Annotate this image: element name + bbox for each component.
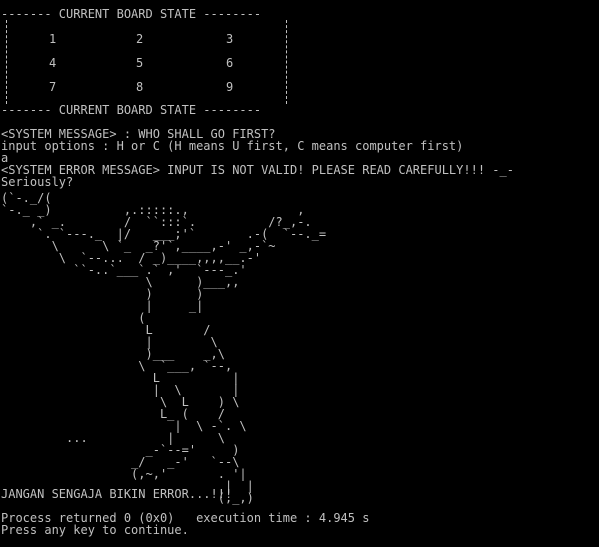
ascii-art: (`-._/( `-._ _) ,.:::::., , ,` _. / ``::…	[1, 191, 327, 505]
board-header: ------- CURRENT BOARD STATE --------	[1, 7, 262, 21]
board-cell: 2	[136, 32, 144, 46]
board-cell: 6	[226, 56, 234, 70]
board-cell: 3	[226, 32, 234, 46]
console-window[interactable]: ------- CURRENT BOARD STATE -------- 1 2…	[0, 0, 599, 547]
board-right-border	[286, 20, 287, 104]
board-footer: ------- CURRENT BOARD STATE --------	[1, 103, 262, 117]
input-options: input options : H or C (H means U first,…	[1, 139, 464, 153]
error-message: <SYSTEM ERROR MESSAGE> INPUT IS NOT VALI…	[1, 163, 514, 177]
board-cell: 5	[136, 56, 144, 70]
board-cell: 8	[136, 80, 144, 94]
press-any-key: Press any key to continue.	[1, 523, 189, 537]
board-cell: 7	[49, 80, 57, 94]
board-left-border	[6, 20, 7, 104]
board-cell: 4	[49, 56, 57, 70]
taunt-text: JANGAN SENGAJA BIKIN ERROR...!!!	[1, 487, 233, 501]
seriously-text: Seriously?	[1, 175, 74, 189]
board-cell: 1	[49, 32, 57, 46]
board-cell: 9	[226, 80, 234, 94]
